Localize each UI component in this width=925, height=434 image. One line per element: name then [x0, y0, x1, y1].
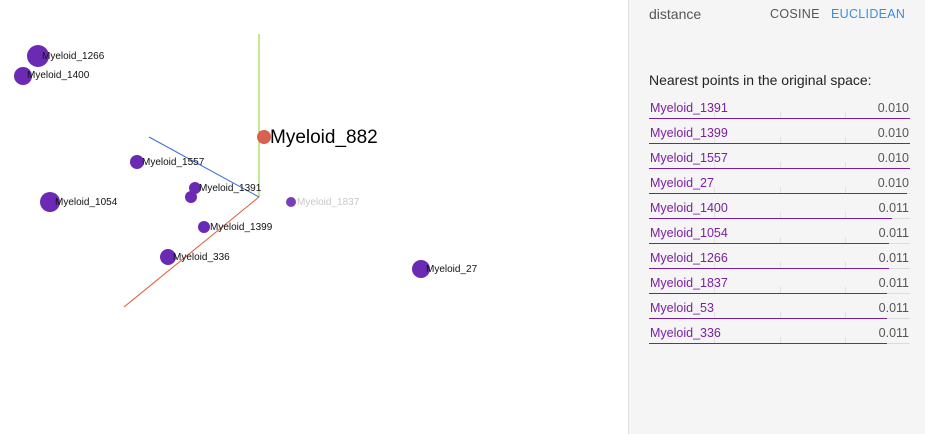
neighbor-distance-value: 0.011 [878, 276, 909, 290]
distance-selector: distance COSINE EUCLIDEAN [649, 6, 909, 24]
point-label: Myeloid_1400 [27, 70, 90, 81]
neighbor-distance-value: 0.011 [878, 226, 909, 240]
point-label: Myeloid_1557 [142, 157, 205, 168]
neighbor-name[interactable]: Myeloid_1391 [650, 101, 728, 115]
neighbor-row[interactable]: Myeloid_53 0.011 [649, 298, 910, 323]
neighbor-distance-bar [649, 293, 887, 294]
neighbor-distance-bar [649, 193, 908, 194]
neighbor-row[interactable]: Myeloid_1054 0.011 [649, 223, 910, 248]
neighbor-distance-bar [649, 268, 890, 269]
euclidean-option[interactable]: EUCLIDEAN [831, 7, 905, 21]
scatter-3d-canvas[interactable]: Myeloid_1266 Myeloid_1400 Myeloid_882 Myelo… [0, 0, 628, 434]
neighbor-row[interactable]: Myeloid_27 0.010 [649, 173, 910, 198]
neighbor-name[interactable]: Myeloid_1054 [650, 226, 728, 240]
point-label: Myeloid_1391 [199, 183, 262, 194]
data-point[interactable] [198, 221, 210, 233]
neighbor-distance-value: 0.011 [878, 251, 909, 265]
nearest-points-list: Myeloid_1391 0.010 Myeloid_1399 0.010 Myeloi… [649, 98, 910, 348]
point-label: Myeloid_1054 [55, 197, 118, 208]
projection-viewport[interactable]: Myeloid_1266 Myeloid_1400 Myeloid_882 Myelo… [0, 0, 628, 434]
distance-label: distance [649, 6, 702, 22]
neighbor-row[interactable]: Myeloid_336 0.011 [649, 323, 910, 348]
neighbor-distance-bar [649, 143, 910, 144]
data-point[interactable] [286, 197, 296, 207]
neighbor-row[interactable]: Myeloid_1557 0.010 [649, 148, 910, 173]
neighbor-distance-value: 0.010 [877, 101, 909, 115]
neighbor-distance-value: 0.010 [877, 151, 909, 165]
neighbor-name[interactable]: Myeloid_53 [650, 301, 714, 315]
neighbor-distance-bar [649, 318, 887, 319]
point-label: Myeloid_336 [173, 252, 230, 263]
neighbor-row[interactable]: Myeloid_1266 0.011 [649, 248, 910, 273]
point-label: Myeloid_27 [426, 264, 478, 275]
neighbor-row[interactable]: Myeloid_1399 0.010 [649, 123, 910, 148]
point-label: Myeloid_1837 [297, 197, 360, 208]
neighbor-distance-value: 0.010 [877, 176, 909, 190]
neighbor-distance-bar [649, 118, 910, 119]
neighbor-name[interactable]: Myeloid_27 [650, 176, 714, 190]
cosine-option[interactable]: COSINE [770, 7, 820, 21]
neighbor-row[interactable]: Myeloid_1837 0.011 [649, 273, 910, 298]
point-label: Myeloid_1399 [210, 222, 273, 233]
neighbor-name[interactable]: Myeloid_1399 [650, 126, 728, 140]
point-label: Myeloid_882 [270, 127, 378, 148]
selected-data-point[interactable] [257, 130, 271, 144]
neighbor-row[interactable]: Myeloid_1391 0.010 [649, 98, 910, 123]
point-label: Myeloid_1266 [42, 51, 105, 62]
nearest-points-title: Nearest points in the original space: [649, 72, 872, 88]
neighbor-distance-bar [649, 343, 887, 344]
neighbor-row[interactable]: Myeloid_1400 0.011 [649, 198, 910, 223]
inspector-panel: distance COSINE EUCLIDEAN Nearest points… [628, 0, 925, 434]
neighbor-name[interactable]: Myeloid_1266 [650, 251, 728, 265]
neighbor-distance-value: 0.011 [878, 201, 909, 215]
neighbor-distance-value: 0.010 [877, 126, 909, 140]
neighbor-distance-bar [649, 168, 910, 169]
neighbor-name[interactable]: Myeloid_1837 [650, 276, 728, 290]
neighbor-name[interactable]: Myeloid_1557 [650, 151, 728, 165]
neighbor-name[interactable]: Myeloid_1400 [650, 201, 728, 215]
neighbor-distance-value: 0.011 [878, 301, 909, 315]
neighbor-name[interactable]: Myeloid_336 [650, 326, 721, 340]
neighbor-distance-bar [649, 218, 892, 219]
neighbor-distance-value: 0.011 [878, 326, 909, 340]
neighbor-distance-bar [649, 243, 890, 244]
